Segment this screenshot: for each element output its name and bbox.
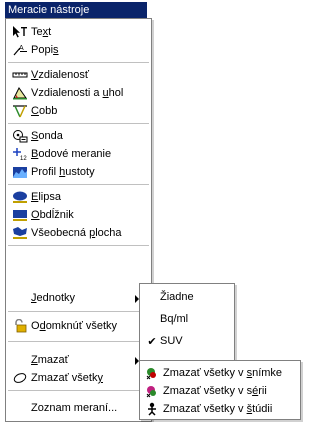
unlock-icon [12,319,28,333]
menu-item-label: Cobb [31,105,58,117]
delete-item-v-snimke[interactable]: Zmazať všetky v snímke [140,364,282,382]
menu-separator [8,390,149,391]
menu-item-label: Bodové meranie [31,148,112,160]
menu-item-label: Obdĺžnik [31,209,74,221]
units-item-ziadne[interactable]: Žiadne [140,288,194,306]
menu-item-label: Text [31,26,52,38]
menu-separator [8,341,149,342]
menu-separator [8,311,149,312]
svg-text:A: A [19,45,24,52]
menu-item-popis[interactable]: A Popis [6,41,151,59]
ellipse-icon [12,190,28,204]
menu-item-cobb[interactable]: Cobb [6,102,151,120]
menu-item-label: Vzdialenosti a uhol [31,87,124,99]
menu-item-jednotky[interactable]: Jednotky [6,289,151,307]
delete-item-label: Zmazať všetky v snímke [163,367,283,379]
delete-image-icon [144,366,160,380]
density-profile-icon [12,165,28,179]
delete-item-label: Zmazať všetky v sérii [163,385,267,397]
menu-item-zmazat[interactable]: Zmazať [6,351,151,369]
menu-item-label: Popis [31,44,59,56]
measurement-tools-menu: Text A Popis Vzdialenosť Vzdialenosti a … [5,18,152,422]
menu-item-vzdialenost[interactable]: Vzdialenosť [6,66,151,84]
menu-item-bodove-meranie[interactable]: 12 Bodové meranie [6,145,151,163]
menu-item-odomknut-vsetky[interactable]: Odomknúť všetky [6,317,151,335]
menu-item-vseobecna-plocha[interactable]: Všeobecná plocha [6,224,151,242]
menu-item-label: Elipsa [31,191,61,203]
delete-study-icon [144,402,160,416]
units-submenu: Žiadne Bq/ml ✔ SUV [139,283,235,363]
delete-submenu: Zmazať všetky v snímke Zmazať všetky v s… [139,360,301,420]
menu-item-label: Všeobecná plocha [31,227,122,239]
delete-item-v-serii[interactable]: Zmazať všetky v sérii [140,382,267,400]
check-icon: ✔ [147,335,157,348]
rectangle-icon [12,208,28,222]
units-item-suv[interactable]: ✔ SUV [140,332,183,350]
menu-item-label: Zmazať [31,354,69,366]
annotation-icon: A [12,43,28,57]
distance-angle-icon [12,86,28,100]
menu-item-vzdialenosti-a-uhol[interactable]: Vzdialenosti a uhol [6,84,151,102]
menu-item-label: Vzdialenosť [31,69,89,81]
menubar-meracie-nastroje[interactable]: Meracie nástroje [5,2,147,18]
menu-item-elipsa[interactable]: Elipsa [6,188,151,206]
menu-item-label: Profil hustoty [31,166,95,178]
units-item-label: Bq/ml [160,313,189,325]
units-item-label: Žiadne [160,291,194,303]
freeform-area-icon [12,226,28,240]
menu-separator [8,184,149,185]
text-tool-icon [12,25,28,39]
ruler-icon [12,68,28,82]
menu-separator [8,245,149,246]
eraser-icon [12,371,28,385]
point-measure-icon: 12 [12,147,28,161]
menu-item-label: Zmazať všetky [31,372,103,384]
menu-item-profil-hustoty[interactable]: Profil hustoty [6,163,151,181]
delete-series-icon [144,384,160,398]
menu-item-zmazat-vsetky[interactable]: Zmazať všetky [6,369,151,387]
menu-item-zoznam-merani[interactable]: Zoznam meraní... [6,399,151,417]
units-item-bq-ml[interactable]: Bq/ml [140,310,188,328]
menu-item-obdlznik[interactable]: Obdĺžnik [6,206,151,224]
units-item-label: SUV [160,335,183,347]
menu-item-sonda[interactable]: Sonda [6,127,151,145]
menu-item-label: Odomknúť všetky [31,320,118,332]
probe-icon [12,129,28,143]
menu-item-label: Sonda [31,130,63,142]
svg-text:12: 12 [20,156,27,161]
delete-item-label: Zmazať všetky v štúdii [163,403,273,415]
menu-item-label: Zoznam meraní... [31,402,118,414]
delete-item-v-studii[interactable]: Zmazať všetky v štúdii [140,400,272,418]
menu-item-label: Jednotky [31,292,76,304]
cobb-angle-icon [12,104,28,118]
menu-separator [8,123,149,124]
menu-item-text[interactable]: Text [6,23,151,41]
menu-separator [8,62,149,63]
